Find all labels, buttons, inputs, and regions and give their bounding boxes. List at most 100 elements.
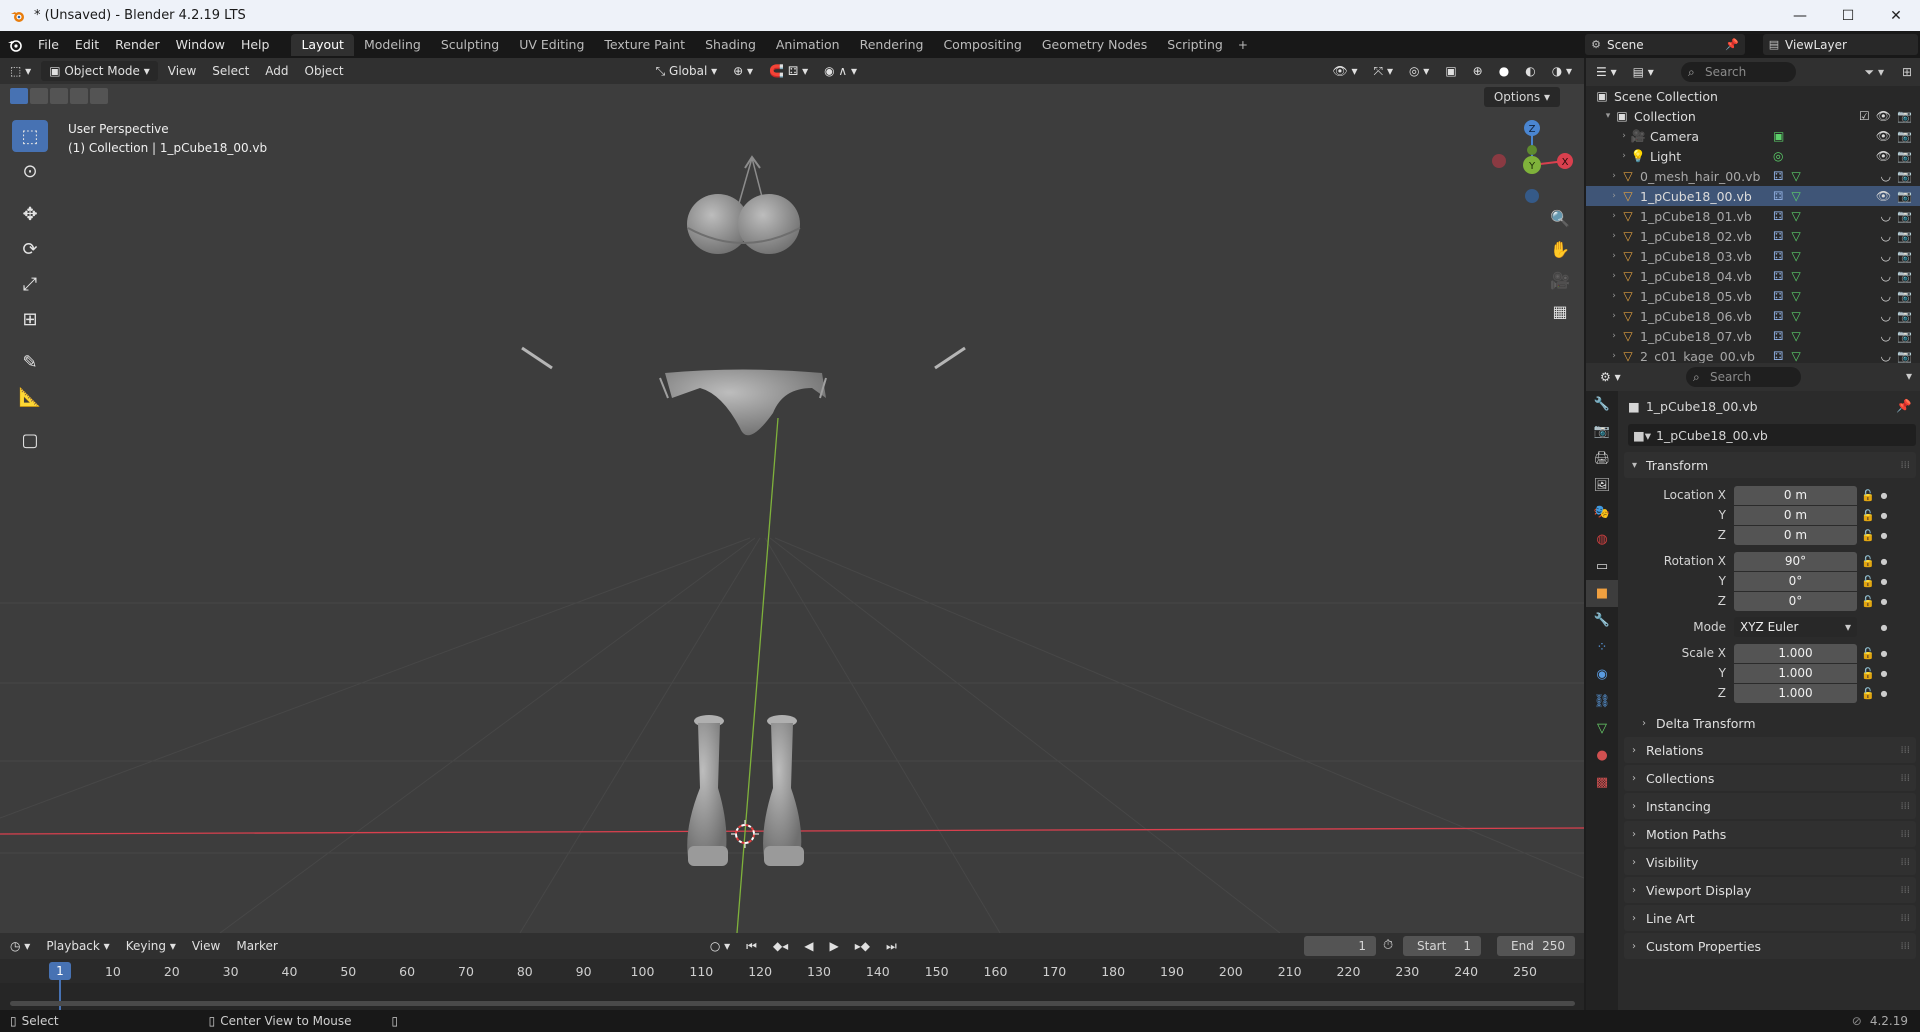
start-frame-field[interactable]: Start 1 xyxy=(1403,936,1481,956)
modifier-icon[interactable]: ⚃ xyxy=(1773,249,1783,263)
collection-tab-icon[interactable]: ▭ xyxy=(1586,553,1618,580)
data-tab-icon[interactable]: ▽ xyxy=(1586,715,1618,742)
outliner-item[interactable]: › 🎥 Camera ▣ 👁 📷 xyxy=(1586,126,1920,146)
rotation-y-field[interactable]: 0° xyxy=(1734,571,1857,591)
pin-object-icon[interactable]: 📌 xyxy=(1896,398,1912,414)
panel-header[interactable]: › Visibility ⁞⁞⁞ xyxy=(1624,849,1916,875)
modifier-icon[interactable]: ⚃ xyxy=(1773,189,1783,203)
modifier-icon[interactable]: ⚃ xyxy=(1773,349,1783,363)
lock-icon[interactable]: 🔓 xyxy=(1857,509,1879,522)
play-reverse-icon[interactable]: ◀ xyxy=(798,936,819,956)
overlay-toggle-icon[interactable]: ◎ ▾ xyxy=(1403,61,1435,81)
outliner-item[interactable]: › ▽ 1_pCube18_05.vb ⚃ ▽ ◡ 📷 xyxy=(1586,286,1920,306)
modifier-icon[interactable]: ⚃ xyxy=(1773,309,1783,323)
panel-header[interactable]: › Custom Properties ⁞⁞⁞ xyxy=(1624,933,1916,959)
expand-icon[interactable]: › xyxy=(1608,271,1620,281)
mesh-data-icon[interactable]: ▽ xyxy=(1791,189,1800,203)
camera-render-icon[interactable]: 📷 xyxy=(1897,289,1912,303)
rotate-icon[interactable]: ⟳ xyxy=(12,233,48,265)
modifier-icon[interactable]: ⚃ xyxy=(1773,269,1783,283)
jump-keyframe-forward-icon[interactable]: ▸◆ xyxy=(849,936,876,956)
properties-search-input[interactable]: ⌕ Search xyxy=(1686,367,1801,387)
tab-compositing[interactable]: Compositing xyxy=(933,34,1031,56)
display-mode-icon[interactable]: ▤ ▾ xyxy=(1627,62,1660,82)
camera-render-icon[interactable]: 📷 xyxy=(1897,189,1912,203)
snap-icon[interactable]: 🧲 ⚃ ▾ xyxy=(763,61,814,81)
tab-sculpting[interactable]: Sculpting xyxy=(431,34,509,56)
camera-data-icon[interactable]: ▣ xyxy=(1773,129,1784,143)
keyframe-dot-icon[interactable]: ● xyxy=(1879,557,1889,566)
eye-closed-icon[interactable]: ◡ xyxy=(1881,269,1891,283)
keyframe-dot-icon[interactable]: ● xyxy=(1879,511,1889,520)
eye-closed-icon[interactable]: ◡ xyxy=(1881,209,1891,223)
frame-ruler[interactable]: 1 10 20 30 40 50 60 70 80 90 100 110 120 130 140 150 160… xyxy=(0,959,1584,1010)
tab-layout[interactable]: Layout xyxy=(291,33,354,56)
expand-icon[interactable]: › xyxy=(1608,231,1620,241)
modifier-icon[interactable]: ⚃ xyxy=(1773,169,1783,183)
outliner-search-input[interactable]: ⌕ Search xyxy=(1681,62,1796,82)
keyframe-dot-icon[interactable]: ● xyxy=(1879,597,1889,606)
camera-render-icon[interactable]: 📷 xyxy=(1897,229,1912,243)
expand-icon[interactable]: › xyxy=(1608,191,1620,201)
options-dropdown[interactable]: Options ▾ xyxy=(1483,87,1560,107)
scene-collection-row[interactable]: ▣ Scene Collection xyxy=(1586,86,1920,106)
menu-render[interactable]: Render xyxy=(107,34,168,56)
camera-render-icon[interactable]: 📷 xyxy=(1897,149,1912,163)
props-options-icon[interactable]: ▾ xyxy=(1906,369,1912,383)
drag-grip-icon[interactable]: ⁞⁞⁞ xyxy=(1900,857,1910,868)
outliner-item[interactable]: › ▽ 2_c01_kage_00.vb ⚃ ▽ ◡ 📷 xyxy=(1586,346,1920,364)
menu-view[interactable]: View xyxy=(162,61,202,81)
modifier-icon[interactable]: ⚃ xyxy=(1773,209,1783,223)
eye-icon[interactable]: 👁 xyxy=(1876,189,1891,203)
lock-icon[interactable]: 🔓 xyxy=(1857,489,1879,502)
lock-icon[interactable]: 🔓 xyxy=(1857,647,1879,660)
navigation-gizmo[interactable]: Z X Y xyxy=(1492,120,1573,203)
material-tab-icon[interactable]: ● xyxy=(1586,742,1618,769)
panel-header[interactable]: › Motion Paths ⁞⁞⁞ xyxy=(1624,821,1916,847)
select-extend-icon[interactable] xyxy=(30,88,48,104)
menu-marker[interactable]: Marker xyxy=(230,936,283,956)
mesh-data-icon[interactable]: ▽ xyxy=(1791,329,1800,343)
select-new-icon[interactable] xyxy=(10,88,28,104)
menu-select[interactable]: Select xyxy=(206,61,255,81)
delta-transform-subpanel[interactable]: › Delta Transform xyxy=(1620,711,1920,735)
maximize-button[interactable]: ☐ xyxy=(1824,0,1872,31)
panel-header[interactable]: › Viewport Display ⁞⁞⁞ xyxy=(1624,877,1916,903)
keyframe-dot-icon[interactable]: ● xyxy=(1879,689,1889,698)
object-mode-dropdown[interactable]: ▣ Object Mode ▾ xyxy=(41,61,158,81)
timeline-editor-icon[interactable]: ◷ ▾ xyxy=(4,936,36,956)
proportional-editing-icon[interactable]: ◉ ∧ ▾ xyxy=(818,61,863,81)
lock-icon[interactable]: 🔓 xyxy=(1857,595,1879,608)
tab-shading[interactable]: Shading xyxy=(695,34,766,56)
pan-hand-icon[interactable]: ✋ xyxy=(1545,234,1575,264)
menu-keying[interactable]: Keying ▾ xyxy=(120,936,182,956)
output-tab-icon[interactable]: 🖨 xyxy=(1586,445,1618,472)
zoom-icon[interactable]: 🔍 xyxy=(1545,203,1575,233)
lock-icon[interactable]: 🔓 xyxy=(1857,529,1879,542)
outliner-item[interactable]: › ▽ 1_pCube18_01.vb ⚃ ▽ ◡ 📷 xyxy=(1586,206,1920,226)
shading-rendered-icon[interactable]: ◑ ▾ xyxy=(1546,61,1578,81)
camera-render-icon[interactable]: 📷 xyxy=(1897,269,1912,283)
camera-render-icon[interactable]: 📷 xyxy=(1897,109,1912,123)
view-layer-selector[interactable]: ▤ ViewLayer xyxy=(1763,34,1918,55)
keyframe-dot-icon[interactable]: ● xyxy=(1879,491,1889,500)
outliner-editor-icon[interactable]: ☰ ▾ xyxy=(1590,62,1623,82)
mesh-data-icon[interactable]: ▽ xyxy=(1791,229,1800,243)
camera-render-icon[interactable]: 📷 xyxy=(1897,249,1912,263)
physics-tab-icon[interactable]: ◉ xyxy=(1586,661,1618,688)
eye-icon[interactable]: 👁 xyxy=(1876,129,1891,143)
camera-render-icon[interactable]: 📷 xyxy=(1897,169,1912,183)
select-box-icon[interactable]: ⬚ xyxy=(12,120,48,152)
texture-tab-icon[interactable]: ▩ xyxy=(1586,769,1618,796)
mesh-data-icon[interactable]: ▽ xyxy=(1791,349,1800,363)
drag-grip-icon[interactable]: ⁞⁞⁞ xyxy=(1900,773,1910,784)
outliner-item[interactable]: › ▽ 1_pCube18_03.vb ⚃ ▽ ◡ 📷 xyxy=(1586,246,1920,266)
visibility-icon[interactable]: 👁 ▾ xyxy=(1326,61,1363,81)
drag-grip-icon[interactable]: ⁞⁞⁞ xyxy=(1900,745,1910,756)
modifier-tab-icon[interactable]: 🔧 xyxy=(1586,607,1618,634)
menu-window[interactable]: Window xyxy=(168,34,233,56)
mesh-data-icon[interactable]: ▽ xyxy=(1791,249,1800,263)
menu-object[interactable]: Object xyxy=(299,61,350,81)
modifier-icon[interactable]: ⚃ xyxy=(1773,329,1783,343)
timeline-scrollbar[interactable] xyxy=(10,1001,1575,1006)
